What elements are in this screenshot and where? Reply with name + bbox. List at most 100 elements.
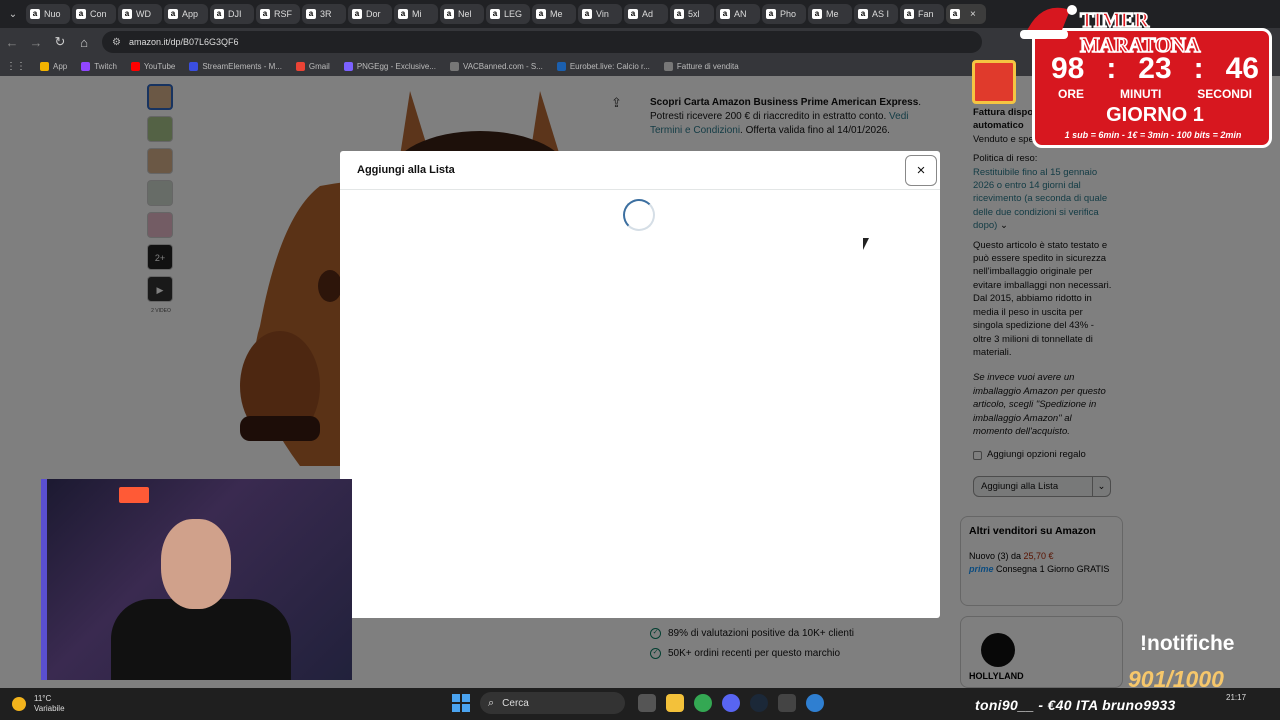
url-text: amazon.it/dp/B07L6G3QF6 <box>128 37 239 47</box>
timer-sep: : <box>1106 52 1117 85</box>
temperature: 11°C <box>34 694 52 703</box>
apps-grid-icon[interactable]: ⋮⋮ <box>6 61 26 72</box>
timer-seconds: 46 <box>1225 52 1259 85</box>
bookmark-item[interactable]: App <box>40 61 67 71</box>
bookmark-icon <box>40 61 49 71</box>
timer-units: ORE MINUTI SECONDI <box>1040 87 1270 101</box>
bookmark-icon <box>189 61 199 71</box>
tab-label: Con <box>90 9 107 19</box>
browser-tab[interactable]: a 3R <box>302 4 346 24</box>
browser-tab[interactable]: a Fan <box>900 4 944 24</box>
bookmark-item[interactable]: Twitch <box>81 61 117 71</box>
chrome-icon[interactable] <box>694 694 712 712</box>
taskbar-apps: ⌕ Cerca <box>452 692 829 714</box>
bookmark-item[interactable]: Fatture di vendita <box>663 61 739 71</box>
bookmark-icon <box>295 61 305 71</box>
close-button[interactable]: × <box>905 155 937 186</box>
tab-label: 3R <box>320 9 332 19</box>
search-icon: ⌕ <box>488 696 495 709</box>
browser-tab[interactable]: a Me <box>808 4 852 24</box>
browser-tab[interactable]: a Me <box>532 4 576 24</box>
active-tab[interactable]: a × <box>946 4 986 24</box>
steam-icon[interactable] <box>750 694 768 712</box>
tab-label: Nel <box>458 9 472 19</box>
santa-hat-icon <box>1020 5 1077 39</box>
tab-favicon-icon: a <box>30 9 40 19</box>
tab-label: Mi <box>412 9 422 19</box>
forward-icon[interactable]: → <box>24 35 48 50</box>
tab-label: LEG <box>504 9 523 19</box>
donation-ticker: toni90__ - €40 ITA bruno9933 <box>975 697 1176 713</box>
browser-tab[interactable]: a Mi <box>394 4 438 24</box>
tab-favicon-icon: a <box>582 9 592 19</box>
bookmark-item[interactable]: Eurobet.live: Calcio r... <box>556 61 650 71</box>
tab-favicon-icon: a <box>766 9 776 19</box>
browser-tab[interactable]: a Pho <box>762 4 806 24</box>
back-icon[interactable]: ← <box>0 35 24 50</box>
bookmark-item[interactable]: Gmail <box>295 61 330 71</box>
led-strip <box>41 479 47 680</box>
browser-tab[interactable]: a Nel <box>440 4 484 24</box>
tab-label: AN <box>734 9 747 19</box>
start-icon[interactable] <box>452 694 470 712</box>
browser-tab[interactable]: a AN <box>716 4 760 24</box>
browser-tab[interactable]: a App <box>164 4 208 24</box>
bookmark-item[interactable]: PNGEgg - Exclusive... <box>343 61 436 71</box>
tab-favicon-icon: a <box>858 9 868 19</box>
timer-day: GIORNO 1 <box>1106 104 1204 126</box>
tab-favicon-icon: a <box>260 9 270 19</box>
timer-minutes: 23 <box>1138 52 1172 85</box>
taskbar-search[interactable]: ⌕ Cerca <box>480 692 625 714</box>
bookmark-icon <box>449 61 459 71</box>
browser-tab[interactable]: a Nuo <box>26 4 70 24</box>
discord-icon[interactable] <box>722 694 740 712</box>
tab-favicon-icon: a <box>950 9 960 19</box>
bookmark-item[interactable]: StreamElements - M... <box>189 61 282 71</box>
notif-command: !notifiche <box>1140 632 1235 655</box>
timer-rules: 1 sub = 6min - 1€ = 3min - 100 bits = 2m… <box>1064 130 1242 140</box>
home-icon[interactable]: ⌂ <box>72 35 96 50</box>
browser-tab[interactable]: a AS I <box>854 4 898 24</box>
task-view-icon[interactable] <box>638 694 656 712</box>
browser-tab[interactable]: a Vin <box>578 4 622 24</box>
file-explorer-icon[interactable] <box>666 694 684 712</box>
browser-tab[interactable]: a Dor <box>348 4 392 24</box>
browser-tab[interactable]: a RSF <box>256 4 300 24</box>
timer-title: TIMER MARATONA <box>1079 7 1201 58</box>
weather-widget[interactable]: 11°C Variabile <box>12 694 65 714</box>
bookmark-icon <box>343 61 353 71</box>
tab-favicon-icon: a <box>352 9 362 19</box>
browser-tab[interactable]: a WD <box>118 4 162 24</box>
tab-favicon-icon: a <box>812 9 822 19</box>
reload-icon[interactable]: ↻ <box>48 34 72 50</box>
tab-label: WD <box>136 9 151 19</box>
minutes-label: MINUTI <box>1119 87 1162 101</box>
browser-tab[interactable]: a Con <box>72 4 116 24</box>
app-icon-2[interactable] <box>806 694 824 712</box>
streamer-head <box>161 519 231 609</box>
bookmark-label: Gmail <box>308 61 330 71</box>
tab-label: Ad <box>642 9 654 19</box>
tab-favicon-icon: a <box>168 9 178 19</box>
app-icon[interactable] <box>778 694 796 712</box>
tab-favicon-icon: a <box>628 9 638 19</box>
browser-tab[interactable]: a DJI <box>210 4 254 24</box>
clock[interactable]: 21:17 <box>1226 693 1246 703</box>
bookmark-item[interactable]: VACBanned.com - S... <box>449 61 543 71</box>
tab-search-chevron-icon[interactable]: ⌄ <box>0 9 26 20</box>
webcam-feed <box>41 479 352 680</box>
close-tab-icon[interactable]: × <box>970 9 976 20</box>
address-bar[interactable]: ⚙ amazon.it/dp/B07L6G3QF6 <box>102 31 982 53</box>
site-info-icon[interactable]: ⚙ <box>112 37 121 48</box>
tab-favicon-icon: a <box>720 9 730 19</box>
streamer-body <box>111 599 291 680</box>
browser-tab[interactable]: a 5xl <box>670 4 714 24</box>
tab-label: App <box>182 9 199 19</box>
tab-favicon-icon: a <box>904 9 914 19</box>
tab-label: RSF <box>274 9 292 19</box>
bookmark-item[interactable]: YouTube <box>130 61 175 71</box>
mouse-cursor-icon <box>863 238 873 250</box>
browser-tab[interactable]: a LEG <box>486 4 530 24</box>
browser-tab[interactable]: a Ad <box>624 4 668 24</box>
tab-favicon-icon: a <box>674 9 684 19</box>
